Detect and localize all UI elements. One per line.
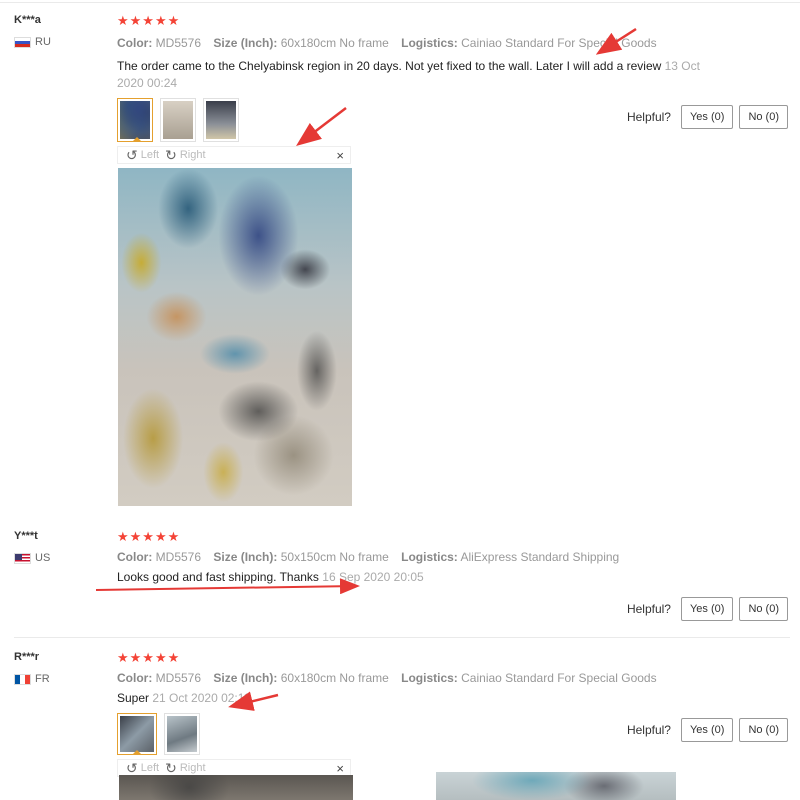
logistics-value: AliExpress Standard Shipping [460,550,620,564]
country-code: FR [35,673,50,685]
helpful-no-button[interactable]: No (0) [739,105,788,129]
logistics-label: Logistics: [401,36,458,50]
rotate-right-icon: ↻ [165,760,177,776]
image-viewer-toolbar: ↺ Left ↻ Right × [117,146,351,164]
size-value: 50x150cm No frame [280,550,389,564]
color-label: Color: [117,36,153,50]
rating-stars: ★★★★★ [117,13,181,28]
helpful-vote: Helpful? Yes (0) No (0) [627,718,788,742]
helpful-no-button[interactable]: No (0) [739,718,788,742]
review-content: ★★★★★ Color: MD5576 Size (Inch): 60x180c… [117,651,777,777]
review-text-block: Looks good and fast shipping. Thanks 16 … [117,569,777,586]
review-text: The order came to the Chelyabinsk region… [117,59,662,73]
rotate-right-button[interactable]: ↻ Right [165,147,206,163]
rotate-left-label: Left [140,762,160,774]
helpful-vote: Helpful? Yes (0) No (0) [627,105,788,129]
review-date: 21 Oct 2020 02:11 [152,691,251,705]
country-code: US [35,552,51,564]
reviewer-country: US [14,552,104,564]
helpful-yes-button[interactable]: Yes (0) [680,718,734,742]
review-photo-thumb[interactable] [117,713,157,755]
reviewer-info: Y***t US [14,530,104,564]
review-photo-large[interactable] [436,772,676,800]
review-divider [14,637,790,638]
color-label: Color: [117,671,153,685]
helpful-vote: Helpful? Yes (0) No (0) [627,597,788,621]
close-viewer-icon[interactable]: × [336,148,344,163]
rotate-left-button[interactable]: ↺ Left [126,147,160,163]
order-specs: Color: MD5576 Size (Inch): 60x180cm No f… [117,36,777,50]
reviewer-name: Y***t [14,530,38,542]
helpful-label: Helpful? [626,723,671,737]
top-divider [0,2,800,3]
size-label: Size (Inch): [213,550,278,564]
review-photo-thumb[interactable] [203,98,239,142]
review-content: ★★★★★ Color: MD5576 Size (Inch): 60x180c… [117,14,777,164]
rotate-right-icon: ↻ [165,147,177,163]
france-flag-icon [14,673,31,685]
helpful-yes-button[interactable]: Yes (0) [680,597,734,621]
rotate-right-button[interactable]: ↻ Right [165,760,206,776]
logistics-label: Logistics: [401,671,458,685]
helpful-yes-button[interactable]: Yes (0) [680,105,734,129]
reviewer-country: FR [14,673,104,685]
rotate-right-label: Right [179,762,206,774]
size-value: 60x180cm No frame [280,36,389,50]
rotate-left-button[interactable]: ↺ Left [126,760,160,776]
logistics-value: Cainiao Standard For Special Goods [461,36,657,50]
color-value: MD5576 [155,550,202,564]
reviewer-info: R***r FR [14,651,104,685]
rotate-left-icon: ↺ [126,760,138,776]
review-photo-large[interactable] [119,775,353,800]
review-text-block: The order came to the Chelyabinsk region… [117,58,707,92]
review-photo-thumb[interactable] [117,98,153,142]
review-text: Looks good and fast shipping. Thanks [117,570,319,584]
rotate-right-label: Right [179,149,206,161]
review-photo-thumb[interactable] [164,713,200,755]
logistics-value: Cainiao Standard For Special Goods [461,671,657,685]
reviewer-name: R***r [14,651,40,663]
size-value: 60x180cm No frame [280,671,389,685]
rating-stars: ★★★★★ [117,650,181,665]
color-value: MD5576 [155,36,202,50]
russia-flag-icon [14,36,31,48]
review-photo-thumb[interactable] [160,98,196,142]
size-label: Size (Inch): [213,36,278,50]
review-text: Super [117,691,150,705]
rotate-left-icon: ↺ [126,147,138,163]
reviewer-info: K***a RU [14,14,104,48]
country-code: RU [35,36,51,48]
helpful-no-button[interactable]: No (0) [739,597,788,621]
order-specs: Color: MD5576 Size (Inch): 60x180cm No f… [117,671,777,685]
color-label: Color: [117,550,153,564]
order-specs: Color: MD5576 Size (Inch): 50x150cm No f… [117,550,777,564]
size-label: Size (Inch): [213,671,278,685]
review-date: 16 Sep 2020 20:05 [322,570,424,584]
rotate-left-label: Left [140,149,160,161]
helpful-label: Helpful? [626,602,671,616]
reviewer-country: RU [14,36,104,48]
us-flag-icon [14,552,31,564]
review-text-block: Super 21 Oct 2020 02:11 [117,690,777,707]
review-time: 00:24 [147,76,178,90]
reviewer-name: K***a [14,14,41,26]
color-value: MD5576 [155,671,202,685]
review-photo-large[interactable] [118,168,352,506]
annotation-arrow [95,578,360,595]
rating-stars: ★★★★★ [117,529,181,544]
close-viewer-icon[interactable]: × [336,761,344,776]
logistics-label: Logistics: [401,550,458,564]
helpful-label: Helpful? [626,110,671,124]
review-content: ★★★★★ Color: MD5576 Size (Inch): 50x150c… [117,530,777,586]
